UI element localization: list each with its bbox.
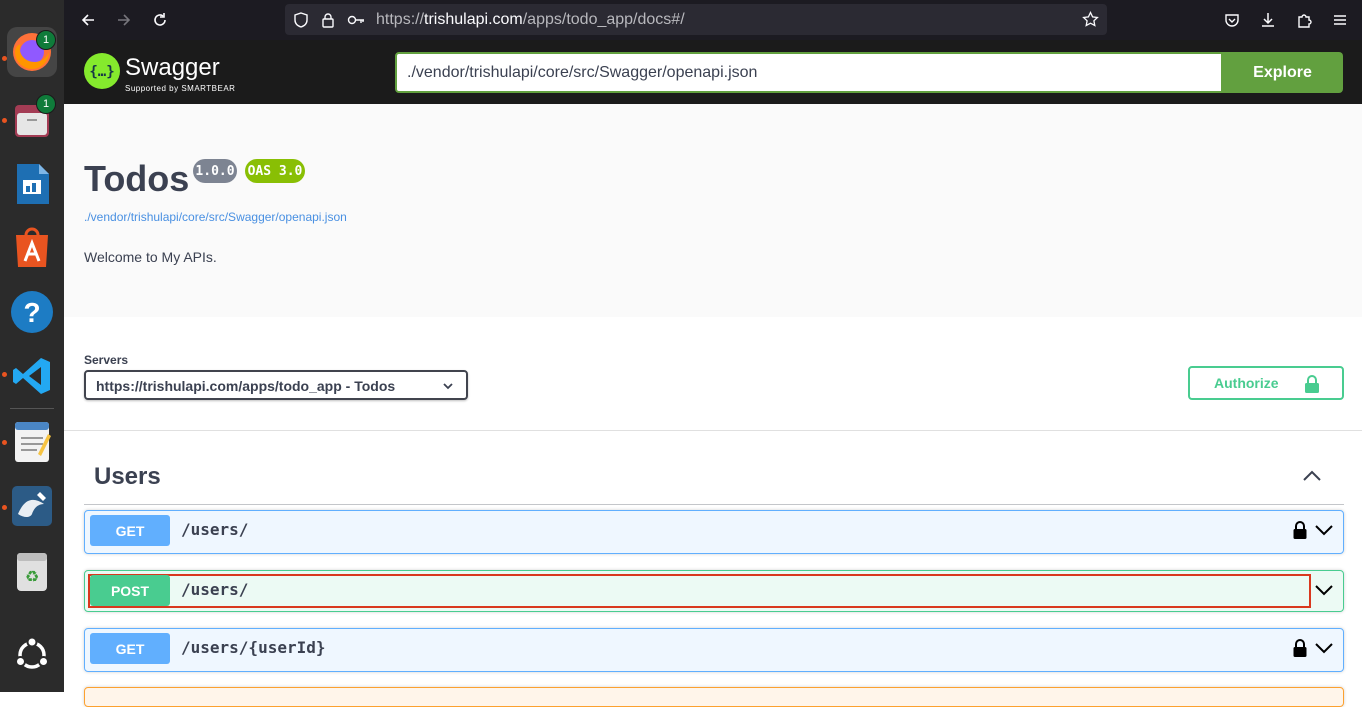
back-button[interactable] xyxy=(76,8,100,32)
shield-icon xyxy=(294,12,308,28)
dock-separator xyxy=(10,408,54,409)
server-select-value: https://trishulapi.com/apps/todo_app - T… xyxy=(96,378,396,394)
authorize-button[interactable]: Authorize xyxy=(1188,366,1344,400)
browser-toolbar: https://trishulapi.com/apps/todo_app/doc… xyxy=(64,0,1362,40)
tag-header-users[interactable]: Users xyxy=(84,448,1344,505)
trash-icon: ♻ xyxy=(17,553,47,591)
presentation-icon xyxy=(17,164,49,204)
server-select[interactable]: https://trishulapi.com/apps/todo_app - T… xyxy=(84,370,468,400)
svg-text:♻: ♻ xyxy=(25,567,39,586)
page-title: Todos xyxy=(84,158,190,199)
extensions-button[interactable] xyxy=(1292,8,1316,32)
key-icon xyxy=(347,15,364,25)
arrow-right-icon xyxy=(118,14,131,26)
text-editor-launcher[interactable] xyxy=(7,416,57,466)
pocket-button[interactable] xyxy=(1220,8,1244,32)
swagger-topbar: {…} Swagger Supported by SMARTBEAR Explo… xyxy=(64,40,1362,104)
pocket-icon xyxy=(1225,14,1239,27)
show-apps-button[interactable] xyxy=(7,630,57,680)
lock-icon[interactable] xyxy=(1293,639,1307,657)
files-badge: 1 xyxy=(36,94,56,114)
running-indicator xyxy=(2,440,7,445)
app-center-launcher[interactable] xyxy=(7,222,57,272)
explore-button[interactable]: Explore xyxy=(1222,52,1343,93)
svg-text:{…}: {…} xyxy=(90,64,114,80)
running-indicator xyxy=(2,118,7,123)
unlocked-icon xyxy=(1305,375,1319,393)
version-badge: 1.0.0 xyxy=(193,159,237,183)
method-badge: GET xyxy=(90,515,170,546)
running-indicator xyxy=(2,56,7,61)
swagger-brand-sub: Supported by SMARTBEAR xyxy=(125,84,236,93)
downloads-button[interactable] xyxy=(1256,8,1280,32)
help-launcher[interactable]: ? xyxy=(7,287,57,337)
chevron-down-icon[interactable] xyxy=(1314,641,1334,655)
lock-icon[interactable] xyxy=(1293,521,1307,539)
hamburger-icon xyxy=(1334,15,1346,25)
menu-button[interactable] xyxy=(1328,8,1352,32)
url-scheme: https:// xyxy=(376,11,425,28)
chevron-up-icon[interactable] xyxy=(1302,468,1322,482)
spec-link[interactable]: ./vendor/trishulapi/core/src/Swagger/ope… xyxy=(84,210,347,224)
authorize-label: Authorize xyxy=(1214,375,1279,391)
forward-button[interactable] xyxy=(112,8,136,32)
operation-get-user-by-id[interactable]: GET /users/{userId} xyxy=(84,628,1344,672)
api-info: Todos 1.0.0 OAS 3.0 ./vendor/trishulapi/… xyxy=(64,104,1362,317)
swagger-logo-icon[interactable]: {…} xyxy=(84,53,120,89)
spec-url-input[interactable] xyxy=(395,52,1223,93)
servers-label: Servers xyxy=(84,353,129,367)
vscode-icon xyxy=(13,358,50,394)
oas-badge: OAS 3.0 xyxy=(245,159,305,183)
firefox-badge: 1 xyxy=(36,30,56,50)
ubuntu-logo-icon xyxy=(15,636,49,669)
url-text: https://trishulapi.com/apps/todo_app/doc… xyxy=(376,11,685,29)
tag-title: Users xyxy=(94,463,161,490)
chevron-down-icon[interactable] xyxy=(1314,523,1334,537)
puzzle-icon xyxy=(1298,14,1312,28)
chevron-down-icon xyxy=(443,383,453,390)
download-icon xyxy=(1262,13,1274,27)
method-badge: POST xyxy=(90,575,170,606)
mysql-workbench-launcher[interactable] xyxy=(7,481,57,531)
servers-section: Servers https://trishulapi.com/apps/todo… xyxy=(64,317,1362,431)
url-path: /apps/todo_app/docs#/ xyxy=(522,11,685,28)
swagger-brand: Swagger xyxy=(125,54,220,81)
trash-launcher[interactable]: ♻ xyxy=(7,546,57,596)
focus-outline xyxy=(88,574,1311,608)
ubuntu-dock: 1 1 ? ♻ xyxy=(0,0,64,692)
operation-partial[interactable] xyxy=(84,687,1344,707)
operation-path: /users/ xyxy=(181,520,249,539)
operation-post-users[interactable]: POST /users/ xyxy=(84,570,1344,612)
vscode-launcher[interactable] xyxy=(7,351,57,401)
text-editor-icon xyxy=(15,422,51,462)
bookmark-star-icon[interactable] xyxy=(1082,11,1099,28)
url-host: trishulapi.com xyxy=(424,11,523,28)
help-icon: ? xyxy=(11,291,53,333)
app-center-icon xyxy=(16,227,48,267)
running-indicator xyxy=(2,372,7,377)
operations-container: Users GET /users/ POST /users/ GET /user… xyxy=(84,448,1344,707)
running-indicator xyxy=(2,505,7,510)
impress-launcher[interactable] xyxy=(7,159,57,209)
operation-path: /users/{userId} xyxy=(181,638,326,657)
operation-get-users[interactable]: GET /users/ xyxy=(84,510,1344,554)
operation-path: /users/ xyxy=(181,580,249,599)
address-bar[interactable]: https://trishulapi.com/apps/todo_app/doc… xyxy=(285,4,1107,35)
svg-text:?: ? xyxy=(23,297,40,328)
reload-icon xyxy=(154,13,166,26)
lock-icon xyxy=(322,13,334,28)
chevron-down-icon[interactable] xyxy=(1314,583,1334,597)
api-description: Welcome to My APIs. xyxy=(84,249,217,265)
reload-button[interactable] xyxy=(148,8,172,32)
arrow-left-icon xyxy=(81,14,94,26)
method-badge: GET xyxy=(90,633,170,664)
mysql-workbench-icon xyxy=(12,486,52,526)
